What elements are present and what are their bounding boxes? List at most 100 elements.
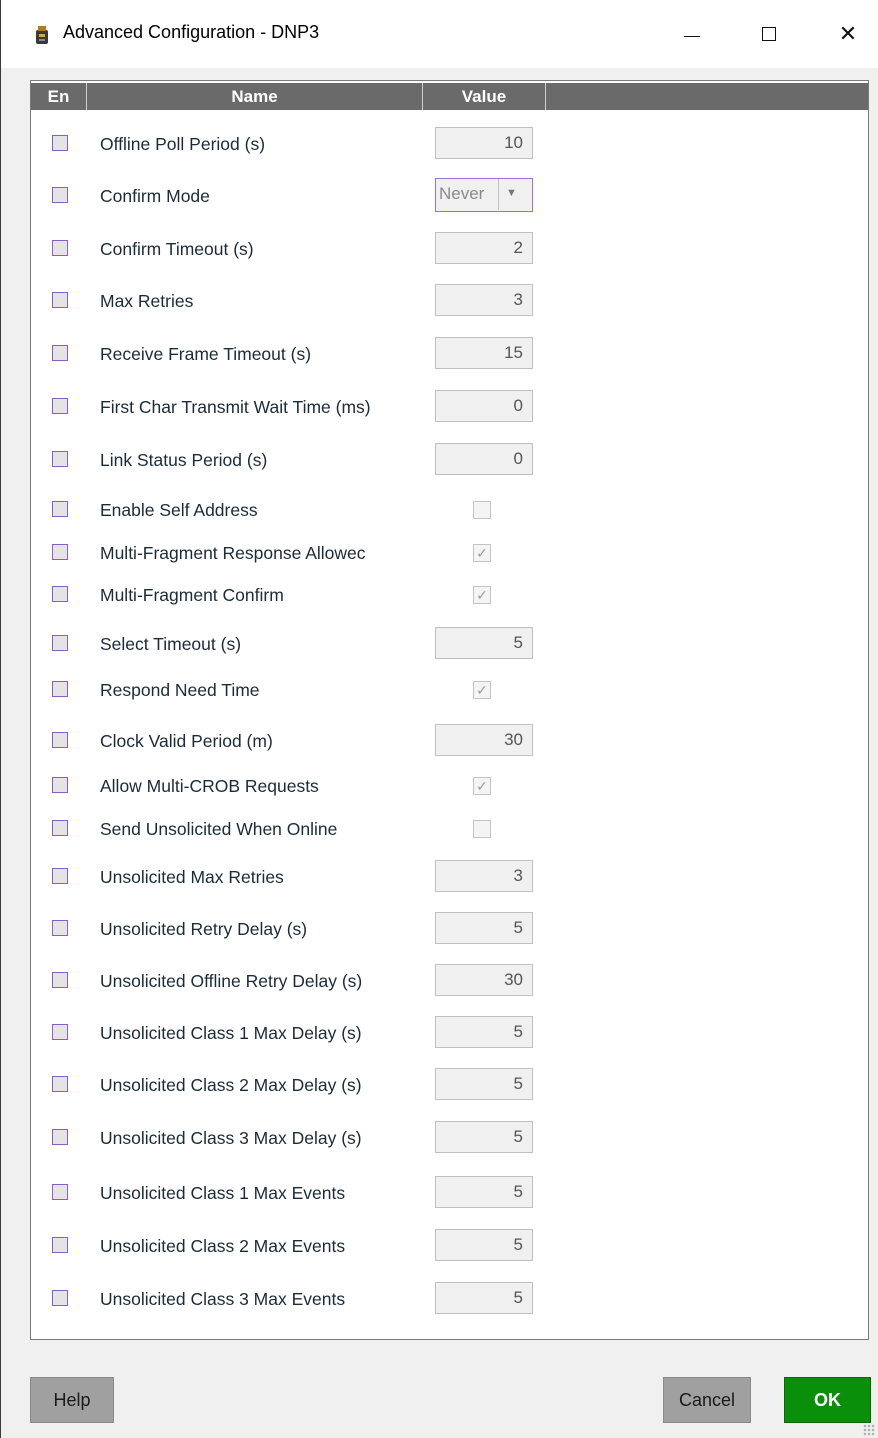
table-row: Send Unsolicited When Online <box>31 812 868 846</box>
table-row: Unsolicited Class 2 Max Delay (s) 5 <box>31 1068 868 1102</box>
grid-header: En Name Value <box>31 83 868 110</box>
setting-name: Unsolicited Class 2 Max Delay (s) <box>100 1075 362 1095</box>
table-row: Receive Frame Timeout (s) 15 <box>31 337 868 371</box>
value-field[interactable]: 0 <box>435 390 533 422</box>
value-field[interactable]: 10 <box>435 127 533 159</box>
value-field[interactable]: 5 <box>435 1121 533 1153</box>
maximize-icon <box>762 27 776 41</box>
column-header-filler <box>546 83 868 110</box>
title-bar[interactable]: Advanced Configuration - DNP3 ✕ <box>1 0 878 68</box>
enable-checkbox[interactable] <box>52 681 68 697</box>
setting-name: Send Unsolicited When Online <box>100 819 338 839</box>
enable-checkbox[interactable] <box>52 240 68 256</box>
column-header-en[interactable]: En <box>31 83 87 110</box>
table-row: Unsolicited Class 1 Max Events 5 <box>31 1176 868 1210</box>
value-checkbox[interactable] <box>473 501 491 519</box>
setting-name: Max Retries <box>100 291 194 311</box>
value-field[interactable]: 5 <box>435 1016 533 1048</box>
enable-checkbox[interactable] <box>52 1237 68 1253</box>
value-field[interactable]: 30 <box>435 724 533 756</box>
config-grid: En Name Value Offline Poll Period (s) 10 C… <box>30 80 869 1340</box>
value-checkbox[interactable]: ✓ <box>473 777 491 795</box>
table-row: Unsolicited Max Retries 3 <box>31 860 868 894</box>
value-field[interactable]: 2 <box>435 232 533 264</box>
setting-name: Respond Need Time <box>100 680 260 700</box>
column-header-value[interactable]: Value <box>423 83 546 110</box>
value-field[interactable]: 30 <box>435 964 533 996</box>
enable-checkbox[interactable] <box>52 1290 68 1306</box>
setting-name: Allow Multi-CROB Requests <box>100 776 319 796</box>
setting-name: Unsolicited Class 3 Max Events <box>100 1289 346 1309</box>
enable-checkbox[interactable] <box>52 398 68 414</box>
enable-checkbox[interactable] <box>52 586 68 602</box>
enable-checkbox[interactable] <box>52 135 68 151</box>
enable-checkbox[interactable] <box>52 820 68 836</box>
setting-name: Link Status Period (s) <box>100 450 268 470</box>
setting-name: Receive Frame Timeout (s) <box>100 344 312 364</box>
enable-checkbox[interactable] <box>52 1184 68 1200</box>
value-field[interactable]: 0 <box>435 443 533 475</box>
value-checkbox[interactable]: ✓ <box>473 681 491 699</box>
setting-name: Unsolicited Class 1 Max Delay (s) <box>100 1023 362 1043</box>
value-field[interactable]: 5 <box>435 1068 533 1100</box>
value-checkbox[interactable]: ✓ <box>473 544 491 562</box>
table-row: First Char Transmit Wait Time (ms) 0 <box>31 390 868 424</box>
enable-checkbox[interactable] <box>52 187 68 203</box>
maximize-button[interactable] <box>744 14 794 54</box>
enable-checkbox[interactable] <box>52 1024 68 1040</box>
value-field[interactable]: 3 <box>435 860 533 892</box>
value-dropdown[interactable]: Never ▼ <box>435 178 533 212</box>
value-field[interactable]: 5 <box>435 1176 533 1208</box>
enable-checkbox[interactable] <box>52 345 68 361</box>
table-row: Multi-Fragment Response Allowec ✓ <box>31 536 868 570</box>
table-row: Link Status Period (s) 0 <box>31 443 868 477</box>
setting-name: Unsolicited Class 2 Max Events <box>100 1236 346 1256</box>
table-row: Enable Self Address <box>31 493 868 527</box>
ok-button[interactable]: OK <box>784 1377 871 1423</box>
enable-checkbox[interactable] <box>52 777 68 793</box>
enable-checkbox[interactable] <box>52 451 68 467</box>
enable-checkbox[interactable] <box>52 1076 68 1092</box>
value-field[interactable]: 3 <box>435 284 533 316</box>
setting-name: Confirm Mode <box>100 186 210 206</box>
cancel-button[interactable]: Cancel <box>663 1377 751 1423</box>
column-header-name[interactable]: Name <box>87 83 423 110</box>
value-field[interactable]: 5 <box>435 912 533 944</box>
enable-checkbox[interactable] <box>52 292 68 308</box>
table-row: Select Timeout (s) 5 <box>31 627 868 661</box>
setting-name: Enable Self Address <box>100 500 258 520</box>
app-icon <box>36 26 48 44</box>
value-field[interactable]: 5 <box>435 1282 533 1314</box>
close-button[interactable]: ✕ <box>823 14 873 54</box>
setting-name: Unsolicited Offline Retry Delay (s) <box>100 971 363 991</box>
table-row: Clock Valid Period (m) 30 <box>31 724 868 758</box>
enable-checkbox[interactable] <box>52 972 68 988</box>
enable-checkbox[interactable] <box>52 920 68 936</box>
resize-grip[interactable] <box>863 1424 875 1436</box>
value-field[interactable]: 5 <box>435 627 533 659</box>
chevron-down-icon[interactable]: ▼ <box>506 187 517 199</box>
table-row: Unsolicited Class 2 Max Events 5 <box>31 1229 868 1263</box>
help-button[interactable]: Help <box>30 1377 114 1423</box>
minimize-button[interactable] <box>667 14 717 54</box>
enable-checkbox[interactable] <box>52 732 68 748</box>
enable-checkbox[interactable] <box>52 635 68 651</box>
enable-checkbox[interactable] <box>52 1129 68 1145</box>
table-row: Max Retries 3 <box>31 284 868 318</box>
setting-name: Select Timeout (s) <box>100 634 242 654</box>
setting-name: Unsolicited Max Retries <box>100 867 284 887</box>
dialog-window: Advanced Configuration - DNP3 ✕ En Name … <box>0 0 878 1438</box>
table-row: Unsolicited Retry Delay (s) 5 <box>31 912 868 946</box>
value-checkbox[interactable] <box>473 820 491 838</box>
setting-name: Multi-Fragment Confirm <box>100 585 284 605</box>
table-row: Multi-Fragment Confirm ✓ <box>31 578 868 612</box>
value-field[interactable]: 5 <box>435 1229 533 1261</box>
table-row: Unsolicited Class 3 Max Delay (s) 5 <box>31 1121 868 1155</box>
setting-name: Offline Poll Period (s) <box>100 134 266 154</box>
enable-checkbox[interactable] <box>52 501 68 517</box>
value-field[interactable]: 15 <box>435 337 533 369</box>
enable-checkbox[interactable] <box>52 544 68 560</box>
enable-checkbox[interactable] <box>52 868 68 884</box>
table-row: Confirm Mode Never ▼ <box>31 178 868 213</box>
value-checkbox[interactable]: ✓ <box>473 586 491 604</box>
